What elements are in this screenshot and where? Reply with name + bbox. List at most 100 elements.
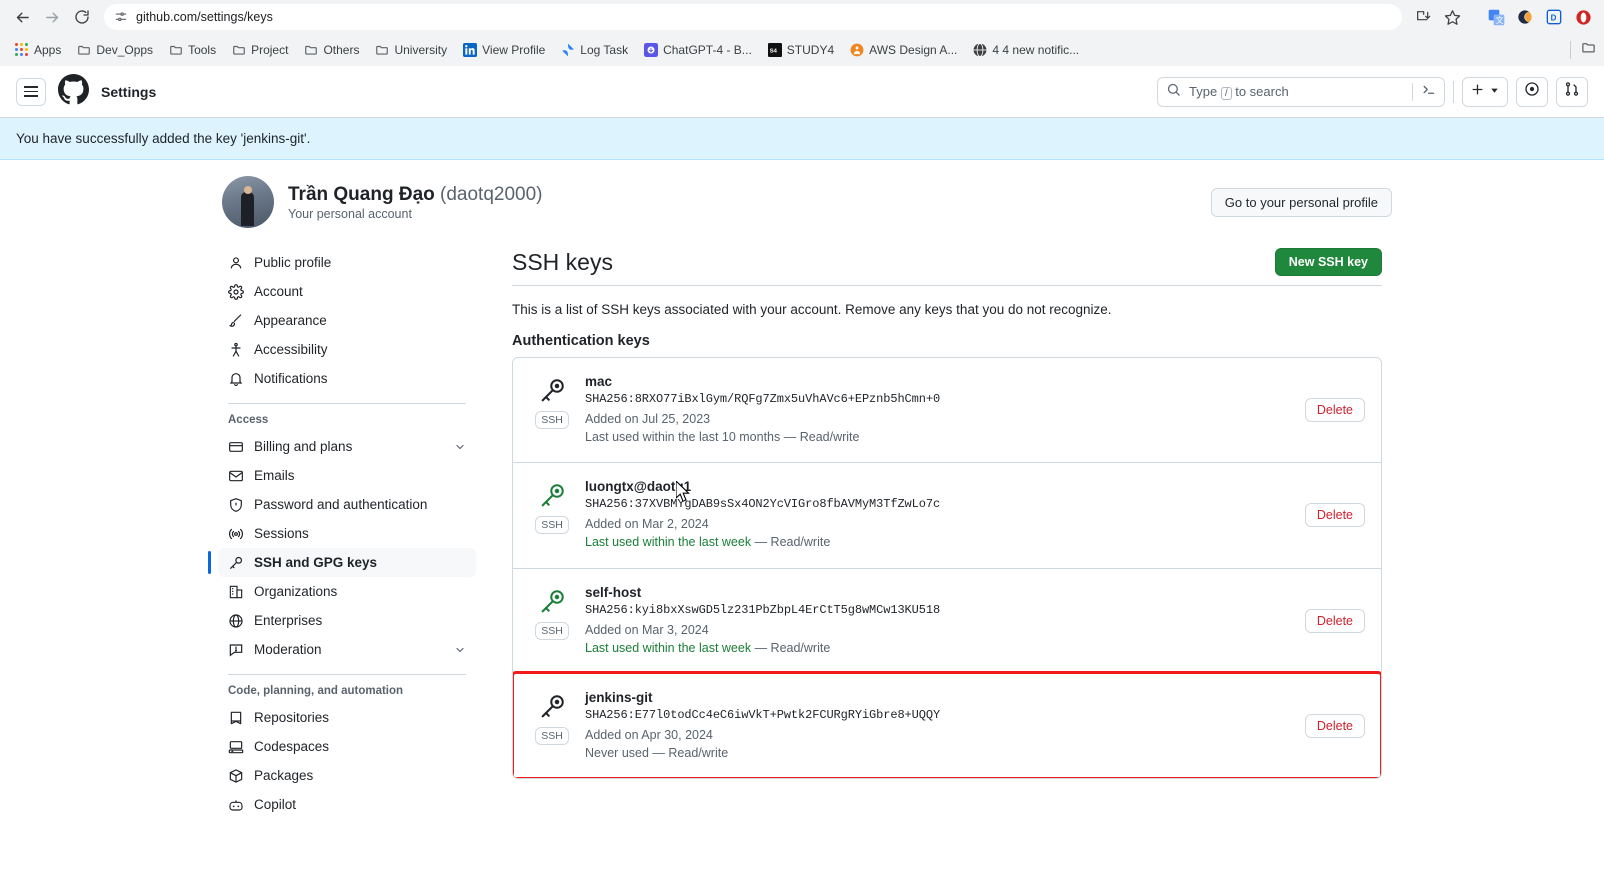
key-icon xyxy=(537,692,567,722)
bookmark-tools[interactable]: Tools xyxy=(162,40,223,60)
key-badge: SSH xyxy=(529,374,575,429)
bookmark-apps[interactable]: Apps xyxy=(8,40,68,60)
sidebar-item-codespaces[interactable]: Codespaces xyxy=(218,732,476,761)
new-ssh-key-button[interactable]: New SSH key xyxy=(1274,248,1382,276)
bookmark-chatgpt[interactable]: ChatGPT-4 - B... xyxy=(637,40,759,60)
folder-icon xyxy=(77,43,91,57)
sidebar-item-label: Sessions xyxy=(254,526,309,541)
bookmark-label: Project xyxy=(251,43,289,57)
sidebar-item-appearance[interactable]: Appearance xyxy=(218,306,476,335)
folder-icon xyxy=(304,43,318,57)
delete-key-button[interactable]: Delete xyxy=(1304,398,1365,423)
bookmark-view-profile[interactable]: View Profile xyxy=(456,40,552,60)
sidebar-item-emails[interactable]: Emails xyxy=(218,461,476,490)
go-to-personal-profile-button[interactable]: Go to your personal profile xyxy=(1210,187,1392,217)
bookmarks-overflow-icon[interactable] xyxy=(1581,40,1596,60)
delete-key-button[interactable]: Delete xyxy=(1304,608,1365,633)
sidebar-item-repositories[interactable]: Repositories xyxy=(218,703,476,732)
hamburger-menu-icon[interactable] xyxy=(16,77,46,106)
ssh-tag: SSH xyxy=(535,621,569,640)
globe-icon xyxy=(228,613,244,629)
bookmark-project[interactable]: Project xyxy=(225,40,295,60)
github-mark-icon[interactable] xyxy=(58,73,89,110)
sidebar-item-enterprises[interactable]: Enterprises xyxy=(218,606,476,635)
sidebar-item-moderation[interactable]: Moderation xyxy=(218,635,476,664)
sidebar-item-label: Emails xyxy=(254,468,295,483)
google-translate-extension-icon[interactable]: 文 xyxy=(1483,4,1509,30)
opera-extension-icon[interactable] xyxy=(1570,4,1596,30)
mail-icon xyxy=(228,468,244,484)
bookmark-log-task[interactable]: Log Task xyxy=(554,40,635,60)
reload-icon[interactable] xyxy=(68,3,96,31)
folder-icon xyxy=(375,43,389,57)
globe-icon xyxy=(973,43,987,57)
settings-sidebar: Public profile Account Appearance Access… xyxy=(208,248,476,819)
delete-key-button[interactable]: Delete xyxy=(1304,713,1365,738)
grammarly-extension-icon[interactable] xyxy=(1512,4,1538,30)
site-settings-icon[interactable] xyxy=(114,10,128,24)
key-added-date: Added on Mar 2, 2024 xyxy=(585,517,709,532)
search-input[interactable]: Type / to search xyxy=(1157,76,1445,107)
sidebar-item-label: Billing and plans xyxy=(254,439,353,454)
copilot-icon xyxy=(228,797,244,813)
key-fingerprint: SHA256:kyi8bxXswGD5lz231PbZbpL4ErCtT5g8w… xyxy=(585,602,941,617)
bookmark-star-icon[interactable] xyxy=(1439,4,1465,30)
sidebar-item-notifications[interactable]: Notifications xyxy=(218,364,476,393)
sidebar-group-title-access: Access xyxy=(228,414,269,426)
sidebar-item-label: SSH and GPG keys xyxy=(254,555,378,570)
bookmark-others[interactable]: Others xyxy=(297,40,366,60)
command-palette-icon[interactable] xyxy=(1421,82,1436,102)
sidebar-item-label: Account xyxy=(254,284,303,299)
issues-button[interactable] xyxy=(1516,76,1548,107)
pull-requests-button[interactable] xyxy=(1556,76,1588,107)
bookmark-label: AWS Design A... xyxy=(869,43,958,57)
bookmark-aws-design[interactable]: AWS Design A... xyxy=(843,40,964,60)
bookmark-label: Apps xyxy=(34,43,62,57)
create-new-button[interactable] xyxy=(1462,76,1508,107)
key-badge: SSH xyxy=(529,690,575,745)
sidebar-item-ssh-and-gpg-keys[interactable]: SSH and GPG keys xyxy=(208,548,476,577)
dashlane-extension-icon[interactable]: D xyxy=(1541,4,1567,30)
install-app-icon[interactable] xyxy=(1410,4,1436,30)
sidebar-item-sessions[interactable]: Sessions xyxy=(218,519,476,548)
sidebar-item-organizations[interactable]: Organizations xyxy=(218,577,476,606)
search-shortcut-kbd: / xyxy=(1220,86,1232,100)
sidebar-item-billing-and-plans[interactable]: Billing and plans xyxy=(218,432,476,461)
repo-icon xyxy=(228,710,244,726)
sidebar-item-public-profile[interactable]: Public profile xyxy=(218,248,476,277)
sidebar-item-packages[interactable]: Packages xyxy=(218,761,476,790)
sidebar-item-accessibility[interactable]: Accessibility xyxy=(218,335,476,364)
sidebar-item-account[interactable]: Account xyxy=(218,277,476,306)
sidebar-item-label: Password and authentication xyxy=(254,497,428,512)
chevron-down-icon[interactable] xyxy=(454,441,466,453)
sidebar-item-label: Notifications xyxy=(254,371,328,386)
bookmark-study4[interactable]: S4 STUDY4 xyxy=(761,40,841,60)
bookmark-dev-opps[interactable]: Dev_Opps xyxy=(70,40,160,60)
forward-arrow-icon[interactable] xyxy=(38,3,66,31)
header-divider xyxy=(1453,80,1454,103)
chevron-down-icon[interactable] xyxy=(454,644,466,656)
bookmark-university[interactable]: University xyxy=(368,40,454,60)
key-icon xyxy=(537,481,567,511)
ssh-tag: SSH xyxy=(535,516,569,535)
bookmark-new-notifications[interactable]: 4 4 new notific... xyxy=(966,40,1086,60)
profile-header: Trần Quang Đạo (daotq2000) Your personal… xyxy=(218,176,1392,228)
chevron-down-icon xyxy=(1489,83,1500,101)
browser-chrome: github.com/settings/keys 文 D Apps Dev_Op… xyxy=(0,0,1604,66)
sidebar-item-copilot[interactable]: Copilot xyxy=(218,790,476,819)
key-icon xyxy=(537,587,567,617)
sidebar-item-label: Enterprises xyxy=(254,613,323,628)
back-arrow-icon[interactable] xyxy=(8,3,36,31)
sidebar-item-label: Moderation xyxy=(254,642,322,657)
key-permission: — Read/write xyxy=(652,745,729,760)
key-added-date: Added on Mar 3, 2024 xyxy=(585,622,709,637)
key-icon xyxy=(537,376,567,406)
ssh-key-row: SSH luongtx@daotq1 SHA256:37XVBMYgDAB9sS… xyxy=(513,462,1381,567)
shield-lock-icon xyxy=(228,497,244,513)
avatar[interactable] xyxy=(222,176,274,228)
address-bar[interactable]: github.com/settings/keys xyxy=(104,4,1402,30)
sidebar-item-password-and-authentication[interactable]: Password and authentication xyxy=(218,490,476,519)
delete-key-button[interactable]: Delete xyxy=(1304,503,1365,528)
plus-icon xyxy=(1470,82,1485,102)
key-info: jenkins-git SHA256:E77l0todCc4eC6iwVkT+P… xyxy=(575,690,1293,762)
